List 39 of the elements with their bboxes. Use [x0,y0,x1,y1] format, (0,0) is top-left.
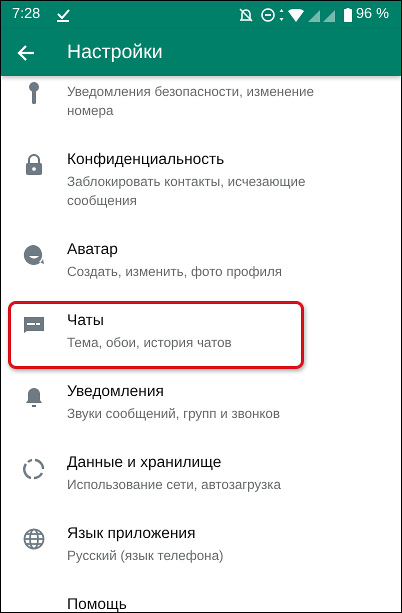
item-subtitle: Тема, обои, история чатов [67,334,233,352]
chat-icon [23,315,45,333]
battery-icon [344,8,352,22]
settings-item[interactable]: Язык приложения Русский (язык телефона) [1,512,401,583]
battery-level: 96 % [356,5,389,24]
data-usage-icon [22,457,46,481]
lock-icon [25,154,43,176]
item-title: Язык приложения [67,524,196,544]
item-title: Аватар [67,240,119,260]
item-subtitle: Создать, изменить, фото профиля [67,263,284,281]
settings-item[interactable]: Помощь [1,583,401,612]
settings-item[interactable]: Конфиденциальность Заблокировать контакты, исчезающие сообщения [1,138,401,228]
item-subtitle: Уведомления безопасности, изменение номера [67,83,315,120]
item-subtitle: Звуки сообщений, групп и звонков [67,405,281,423]
item-title: Уведомления [67,382,165,402]
settings-item[interactable]: Данные и хранилище Использование сети, автозагрузка [1,441,401,512]
settings-item[interactable]: Уведомления безопасности, изменение номера [1,82,401,138]
wifi-icon [288,8,304,22]
item-subtitle: Русский (язык телефона) [67,547,224,565]
item-title: Конфиденциальность [67,150,226,170]
status-time: 7:28 [12,5,40,24]
settings-item[interactable]: Чаты Тема, обои, история чатов [1,299,401,370]
settings-item[interactable]: Аватар Создать, изменить, фото профиля [1,228,401,299]
bell-icon [25,386,43,408]
settings-item[interactable]: Уведомления Звуки сообщений, групп и звонков [1,370,401,441]
globe-icon [23,528,45,550]
signal-icon [308,8,336,22]
item-title: Данные и хранилище [67,453,222,473]
avatar-icon [23,244,45,266]
muted-bell-icon [238,8,253,22]
download-done-icon [56,8,70,22]
do-not-disturb-icon [260,8,275,22]
item-subtitle: Использование сети, автозагрузка [67,476,282,494]
key-icon [27,82,41,106]
toolbar-title: Настройки [67,40,163,65]
data-arrows-icon [278,9,284,21]
item-subtitle: Заблокировать контакты, исчезающие сообщения [67,173,306,210]
item-title: Чаты [67,311,105,331]
item-title: Помощь [67,595,128,612]
